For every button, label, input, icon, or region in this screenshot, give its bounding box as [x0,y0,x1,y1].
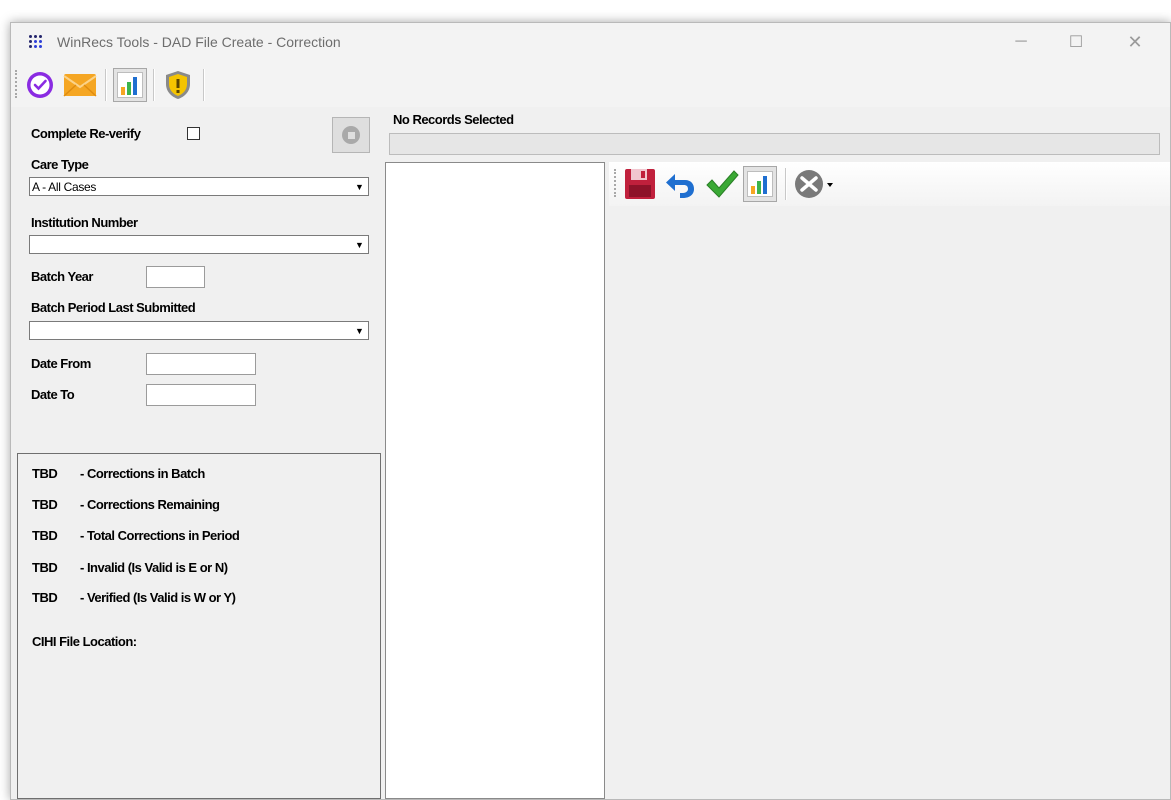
batch-period-select[interactable]: ▼ [29,321,369,340]
date-from-input[interactable] [146,353,256,375]
care-type-value: A - All Cases [32,180,97,194]
app-logo-icon [29,35,47,49]
stat-value: TBD [32,528,58,543]
detail-toolbar [609,162,1170,206]
stat-row: TBD - Verified (Is Valid is W or Y) [32,590,236,605]
bar-chart-icon [747,171,773,197]
date-to-input[interactable] [146,384,256,406]
main-toolbar [11,61,1170,107]
date-from-label: Date From [31,356,91,371]
maximize-button[interactable]: ☐ [1056,28,1096,56]
filter-panel: Complete Re-verify Care Type A - All Cas… [17,107,384,449]
records-list[interactable] [385,162,605,799]
toolbar-grip[interactable] [15,70,19,98]
stat-description: - Invalid (Is Valid is E or N) [80,560,228,575]
batch-year-label: Batch Year [31,269,93,284]
stop-button[interactable] [332,117,370,153]
stat-description: - Corrections Remaining [80,497,220,512]
stat-row: TBD - Total Corrections in Period [32,528,240,543]
stat-row: TBD - Corrections in Batch [32,466,205,481]
save-button[interactable] [623,166,657,202]
progress-bar [389,133,1160,155]
statistics-button[interactable] [113,68,147,102]
stop-icon [342,126,360,144]
complete-reverify-checkbox[interactable] [187,127,200,140]
stat-description: - Corrections in Batch [80,466,205,481]
care-type-select[interactable]: A - All Cases ▼ [29,177,369,196]
checkmark-icon [706,170,739,198]
care-type-label: Care Type [31,157,89,172]
stat-value: TBD [32,466,58,481]
minimize-button[interactable]: ─ [1001,28,1041,56]
verify-record-button[interactable] [705,166,739,202]
title-bar: WinRecs Tools - DAD File Create - Correc… [11,23,1170,61]
save-icon [625,169,655,199]
institution-number-select[interactable]: ▼ [29,235,369,254]
batch-year-input[interactable] [146,266,205,288]
tools-dropdown-icon [795,170,833,198]
verify-button[interactable] [23,68,57,102]
stat-value: TBD [32,590,58,605]
undo-button[interactable] [664,166,698,202]
bar-chart-icon [117,72,143,98]
stat-row: TBD - Corrections Remaining [32,497,220,512]
stat-value: TBD [32,560,58,575]
security-button[interactable] [161,68,195,102]
stat-value: TBD [32,497,58,512]
chevron-down-icon[interactable]: ▼ [352,237,367,252]
records-status-label: No Records Selected [393,112,514,127]
toolbar-grip[interactable] [614,169,618,197]
close-button[interactable]: ✕ [1115,28,1155,56]
stat-description: - Total Corrections in Period [80,528,240,543]
institution-number-label: Institution Number [31,215,138,230]
date-to-label: Date To [31,387,75,402]
shield-warning-icon [166,71,190,99]
window-title: WinRecs Tools - DAD File Create - Correc… [57,34,341,50]
undo-icon [666,174,694,198]
batch-period-label: Batch Period Last Submitted [31,300,196,315]
tools-dropdown-button[interactable] [793,166,839,202]
stat-description: - Verified (Is Valid is W or Y) [80,590,236,605]
chevron-down-icon[interactable]: ▼ [352,323,367,338]
record-detail-panel [609,162,1170,799]
complete-reverify-label: Complete Re-verify [31,126,141,141]
app-window: WinRecs Tools - DAD File Create - Correc… [10,22,1171,800]
stats-panel: TBD - Corrections in Batch TBD - Correct… [17,453,381,799]
record-statistics-button[interactable] [743,166,777,202]
chevron-down-icon[interactable]: ▼ [352,179,367,194]
stat-row: TBD - Invalid (Is Valid is E or N) [32,560,228,575]
email-button[interactable] [63,68,97,102]
cihi-file-location-label: CIHI File Location: [32,634,137,649]
mail-icon [63,74,97,97]
verify-check-icon [27,72,53,98]
